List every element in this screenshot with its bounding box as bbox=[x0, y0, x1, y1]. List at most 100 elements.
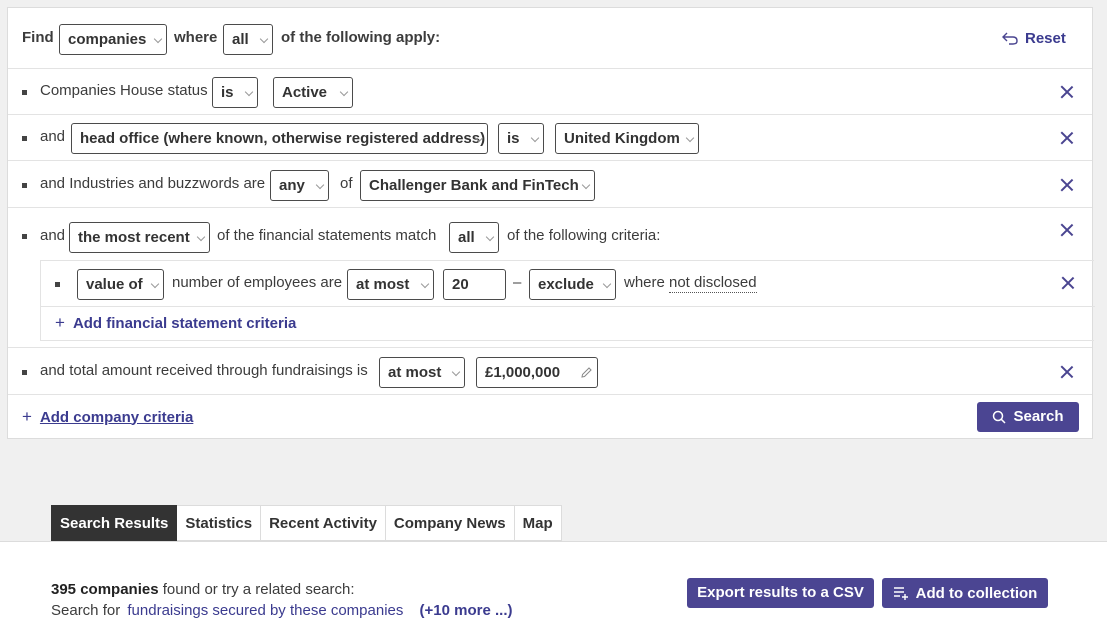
industry-label: and Industries and buzzwords are bbox=[40, 175, 266, 192]
add-financial-criteria-label: Add financial statement criteria bbox=[72, 314, 297, 332]
statement-selector-select[interactable]: the most recent bbox=[69, 222, 210, 253]
chevron-down-icon bbox=[685, 133, 695, 143]
add-company-criteria-button[interactable]: + Add company criteria bbox=[22, 408, 193, 426]
match-mode-select[interactable]: all bbox=[223, 24, 273, 55]
results-summary: 395 companies found or try a related sea… bbox=[51, 580, 355, 600]
status-label: Companies House status bbox=[40, 82, 208, 99]
bullet bbox=[55, 282, 60, 287]
remove-criterion-close-icon[interactable] bbox=[1060, 223, 1074, 237]
status-value-select[interactable]: Active bbox=[273, 77, 353, 108]
remove-criterion-close-icon[interactable] bbox=[1060, 178, 1074, 192]
office-operator-select[interactable]: is bbox=[498, 123, 544, 154]
employees-operator-select[interactable]: at most bbox=[347, 269, 434, 300]
where-label: where bbox=[174, 29, 218, 46]
plus-icon: + bbox=[22, 407, 32, 426]
remove-criterion-close-icon[interactable] bbox=[1060, 85, 1074, 99]
dash-separator: – bbox=[513, 274, 522, 291]
bullet bbox=[22, 183, 27, 188]
industry-value: Challenger Bank and FinTech bbox=[369, 177, 579, 194]
financial-mode-select[interactable]: all bbox=[449, 222, 499, 253]
remove-subcriterion-close-icon[interactable] bbox=[1061, 276, 1075, 290]
reset-button[interactable]: Reset bbox=[1002, 29, 1066, 47]
chevron-down-icon bbox=[451, 367, 461, 377]
criterion-row-financial: and the most recent of the financial sta… bbox=[8, 208, 1095, 348]
financial-mid-label: of the financial statements match bbox=[217, 227, 437, 244]
office-country-select[interactable]: United Kingdom bbox=[555, 123, 699, 154]
and-label: and bbox=[40, 227, 66, 244]
tab-recent-activity[interactable]: Recent Activity bbox=[261, 505, 386, 541]
status-operator-select[interactable]: is bbox=[212, 77, 258, 108]
where-label: where bbox=[624, 274, 665, 291]
employees-value-input[interactable]: 20 bbox=[443, 269, 506, 300]
search-for-label: Search for bbox=[51, 602, 121, 619]
results-found-text: found or try a related search: bbox=[162, 581, 355, 598]
entity-select-value: companies bbox=[68, 31, 147, 48]
tab-company-news[interactable]: Company News bbox=[385, 505, 515, 541]
results-tabs: Search Results Statistics Recent Activit… bbox=[51, 505, 562, 541]
subcriterion-row-employees: value of number of employees are at most… bbox=[41, 261, 1095, 307]
office-field-select[interactable]: head office (where known, otherwise regi… bbox=[71, 123, 488, 154]
remove-criterion-close-icon[interactable] bbox=[1060, 365, 1074, 379]
metric-select[interactable]: value of bbox=[77, 269, 164, 300]
tab-map[interactable]: Map bbox=[514, 505, 562, 541]
add-company-criteria-label: Add company criteria bbox=[39, 408, 194, 426]
chevron-down-icon bbox=[153, 34, 163, 44]
office-field-value: head office (where known, otherwise regi… bbox=[80, 130, 486, 147]
remove-criterion-close-icon[interactable] bbox=[1060, 131, 1074, 145]
chevron-down-icon bbox=[581, 180, 591, 190]
criterion-row-office: and head office (where known, otherwise … bbox=[8, 115, 1092, 161]
chevron-down-icon bbox=[196, 232, 206, 242]
entity-select[interactable]: companies bbox=[59, 24, 167, 55]
funding-label: and total amount received through fundra… bbox=[40, 362, 368, 379]
apply-label: of the following apply: bbox=[281, 29, 441, 46]
reset-label: Reset bbox=[1025, 29, 1066, 47]
pencil-icon bbox=[581, 367, 592, 378]
not-disclosed-label: not disclosed bbox=[669, 274, 757, 293]
criterion-row-industry: and Industries and buzzwords are any of … bbox=[8, 161, 1092, 208]
search-button[interactable]: Search bbox=[977, 402, 1079, 432]
office-operator-value: is bbox=[507, 130, 520, 147]
of-label: of bbox=[340, 175, 353, 192]
chevron-down-icon bbox=[339, 87, 349, 97]
funding-amount-value: £1,000,000 bbox=[485, 364, 561, 381]
find-label: Find bbox=[22, 29, 54, 46]
add-list-icon bbox=[893, 587, 908, 600]
financial-tail-label: of the following criteria: bbox=[507, 227, 661, 244]
industry-value-select[interactable]: Challenger Bank and FinTech bbox=[360, 170, 595, 201]
tab-statistics[interactable]: Statistics bbox=[177, 505, 262, 541]
tab-search-results[interactable]: Search Results bbox=[51, 505, 178, 541]
related-search-link[interactable]: fundraisings secured by these companies bbox=[127, 602, 403, 619]
export-csv-button[interactable]: Export results to a CSV bbox=[687, 578, 874, 608]
bullet bbox=[22, 136, 27, 141]
status-operator-value: is bbox=[221, 84, 234, 101]
add-to-collection-label: Add to collection bbox=[915, 584, 1038, 602]
industry-mode-select[interactable]: any bbox=[270, 170, 329, 201]
chevron-down-icon bbox=[259, 34, 269, 44]
chevron-down-icon bbox=[530, 133, 540, 143]
employees-label: number of employees are bbox=[172, 274, 343, 291]
related-search-line: Search for fundraisings secured by these… bbox=[51, 601, 513, 621]
results-count: 395 companies bbox=[51, 581, 159, 598]
add-financial-criteria-button[interactable]: + Add financial statement criteria bbox=[55, 314, 296, 332]
funding-operator-select[interactable]: at most bbox=[379, 357, 465, 388]
industry-mode-value: any bbox=[279, 177, 305, 194]
financial-mode-value: all bbox=[458, 229, 475, 246]
bullet bbox=[22, 370, 27, 375]
employees-value: 20 bbox=[452, 276, 469, 293]
bullet bbox=[22, 234, 27, 239]
and-label: and bbox=[40, 128, 66, 145]
funding-operator-value: at most bbox=[388, 364, 442, 381]
exclude-value: exclude bbox=[538, 276, 594, 293]
status-value: Active bbox=[282, 84, 328, 101]
metric-value: value of bbox=[86, 276, 143, 293]
add-to-collection-button[interactable]: Add to collection bbox=[882, 578, 1048, 608]
chevron-down-icon bbox=[602, 279, 612, 289]
chevron-down-icon bbox=[244, 87, 254, 97]
more-related-link[interactable]: (+10 more ...) bbox=[420, 602, 513, 619]
office-country-value: United Kingdom bbox=[564, 130, 680, 147]
exclude-select[interactable]: exclude bbox=[529, 269, 616, 300]
bullet bbox=[22, 90, 27, 95]
funding-amount-input[interactable]: £1,000,000 bbox=[476, 357, 598, 388]
query-header-row: Find companies where all of the followin… bbox=[8, 8, 1092, 69]
search-icon bbox=[993, 410, 1006, 424]
